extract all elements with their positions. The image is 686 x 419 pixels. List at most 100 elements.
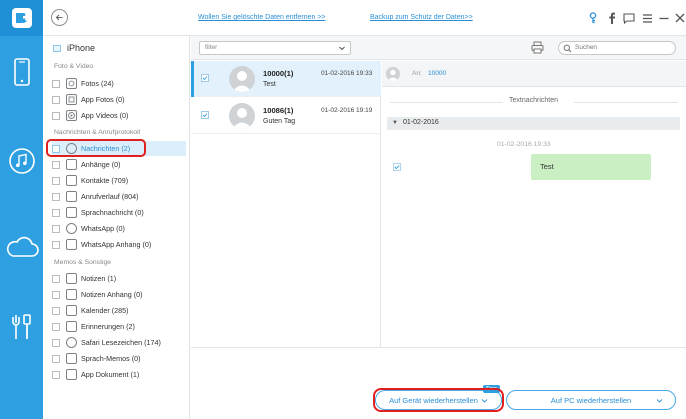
sidebar-item-app-document[interactable]: App Dokument (1) <box>52 367 186 382</box>
messages-highlight <box>46 139 146 157</box>
whatsapp-icon <box>66 223 77 234</box>
back-button[interactable] <box>51 9 68 26</box>
sidebar-item-voicemail[interactable]: Sprachnachricht (0) <box>52 205 186 220</box>
checkbox[interactable] <box>393 163 401 173</box>
checkbox[interactable] <box>52 79 60 88</box>
checkbox[interactable] <box>201 111 209 119</box>
chevron-down-icon <box>339 46 345 51</box>
call-history-icon <box>66 191 77 202</box>
sidebar-item-calendar[interactable]: Kalender (285) <box>52 303 186 318</box>
sidebar-item-whatsapp-attachment[interactable]: WhatsApp Anhang (0) <box>52 237 186 252</box>
device-checkbox[interactable] <box>53 44 61 52</box>
feedback-icon[interactable] <box>622 11 636 25</box>
photo-icon <box>66 78 77 89</box>
recipient-number[interactable]: 10000 <box>428 70 446 77</box>
sidebar-item-contacts[interactable]: Kontakte (709) <box>52 173 186 188</box>
backup-link[interactable]: Backup zum Schutz der Daten>> <box>370 14 473 21</box>
message-preview: Test <box>263 81 276 88</box>
checkbox[interactable] <box>52 322 60 331</box>
app-logo-icon <box>11 8 32 28</box>
safari-icon <box>66 337 77 348</box>
checkbox[interactable] <box>52 160 60 169</box>
search-placeholder: Suchen <box>575 44 598 51</box>
device-row[interactable]: iPhone <box>53 43 95 53</box>
checkbox[interactable] <box>52 224 60 233</box>
checkbox[interactable] <box>52 290 60 299</box>
checkbox[interactable] <box>52 306 60 315</box>
attachment-icon <box>66 159 77 170</box>
sidebar-item-safari-bookmarks[interactable]: Safari Lesezeichen (174) <box>52 335 186 350</box>
filter-value: filter <box>205 44 218 51</box>
menu-icon[interactable] <box>640 11 654 25</box>
avatar <box>229 103 255 129</box>
restore-device-highlight <box>373 388 504 412</box>
checkbox[interactable] <box>52 338 60 347</box>
sidebar-item-app-photos[interactable]: App Fotos (0) <box>52 92 186 107</box>
app-logo <box>0 0 43 36</box>
date-group-text: 01-02-2016 <box>403 119 439 126</box>
recipient-label: An: <box>412 70 422 77</box>
type-heading-text: Textnachrichten <box>509 97 559 104</box>
checkbox[interactable] <box>52 192 60 201</box>
list-item[interactable]: 10086(1) 01-02-2016 19:19 Guten Tag <box>191 98 381 134</box>
whatsapp-attachment-icon <box>66 239 77 250</box>
reminders-icon <box>66 321 77 332</box>
checkbox[interactable] <box>52 354 60 363</box>
checkbox[interactable] <box>52 274 60 283</box>
message-list: 10000(1) 01-02-2016 19:33 Test 10086(1) … <box>191 61 381 387</box>
contacts-icon <box>66 175 77 186</box>
checkbox[interactable] <box>201 74 209 82</box>
key-icon[interactable] <box>586 11 600 25</box>
sidebar-item-whatsapp[interactable]: WhatsApp (0) <box>52 221 186 236</box>
toolbar: filter Suchen <box>191 36 686 60</box>
search-input[interactable]: Suchen <box>558 41 676 55</box>
sidebar-item-photos[interactable]: Fotos (24) <box>52 76 186 91</box>
sidebar-item-attachments[interactable]: Anhänge (0) <box>52 157 186 172</box>
filter-dropdown[interactable]: filter <box>199 41 351 55</box>
contact-name: 10086(1) <box>263 106 294 115</box>
sidebar-item-notes-attachment[interactable]: Notizen Anhang (0) <box>52 287 186 302</box>
sidebar-item-app-videos[interactable]: App Videos (0) <box>52 108 186 123</box>
arrow-left-icon <box>55 14 63 21</box>
contact-name: 10000(1) <box>263 69 294 78</box>
checkbox[interactable] <box>52 111 60 120</box>
checkbox[interactable] <box>52 95 60 104</box>
checkbox[interactable] <box>52 176 60 185</box>
notes-attachment-icon <box>66 289 77 300</box>
close-icon[interactable] <box>673 11 686 25</box>
printer-icon[interactable] <box>531 41 544 56</box>
message-bubble: Test <box>531 154 651 180</box>
sidebar-item-voice-memos[interactable]: Sprach-Memos (0) <box>52 351 186 366</box>
chevron-down-icon <box>656 399 663 403</box>
app-photo-icon <box>66 94 77 105</box>
sidebar-item-call-history[interactable]: Anrufverlauf (804) <box>52 189 186 204</box>
facebook-icon[interactable] <box>605 11 619 25</box>
document-icon <box>66 369 77 380</box>
list-item[interactable]: 10000(1) 01-02-2016 19:33 Test <box>191 61 381 97</box>
checkbox[interactable] <box>52 240 60 249</box>
collapse-icon[interactable]: ▼ <box>392 120 398 126</box>
message-detail: An: 10000 Textnachrichten ▼ 01-02-2016 0… <box>382 61 686 387</box>
date-group-header[interactable]: ▼ 01-02-2016 <box>387 117 680 130</box>
sidebar-item-notes[interactable]: Notizen (1) <box>52 271 186 286</box>
checkmark-icon <box>202 113 208 118</box>
phone-icon[interactable] <box>0 58 43 86</box>
checkbox[interactable] <box>52 370 60 379</box>
message-type-heading: Textnachrichten <box>382 96 686 108</box>
sidebar-item-reminders[interactable]: Erinnerungen (2) <box>52 319 186 334</box>
section-title-memos: Memos & Sonstige <box>54 259 112 266</box>
checkbox[interactable] <box>52 208 60 217</box>
section-title-photo-video: Foto & Video <box>54 63 94 70</box>
divider <box>574 102 678 103</box>
tools-icon[interactable] <box>0 313 43 341</box>
minimize-icon[interactable] <box>657 11 671 25</box>
restore-to-pc-button[interactable]: Auf PC wiederherstellen <box>506 390 676 410</box>
message-timestamp: 01-02-2016 19:33 <box>497 141 551 148</box>
avatar <box>229 66 255 92</box>
cloud-icon[interactable] <box>0 236 43 258</box>
music-icon[interactable] <box>0 147 43 175</box>
avatar <box>386 67 400 81</box>
remove-deleted-data-link[interactable]: Wollen Sie gelöschte Daten entfernen >> <box>198 14 326 21</box>
divider <box>390 102 503 103</box>
notes-icon <box>66 273 77 284</box>
